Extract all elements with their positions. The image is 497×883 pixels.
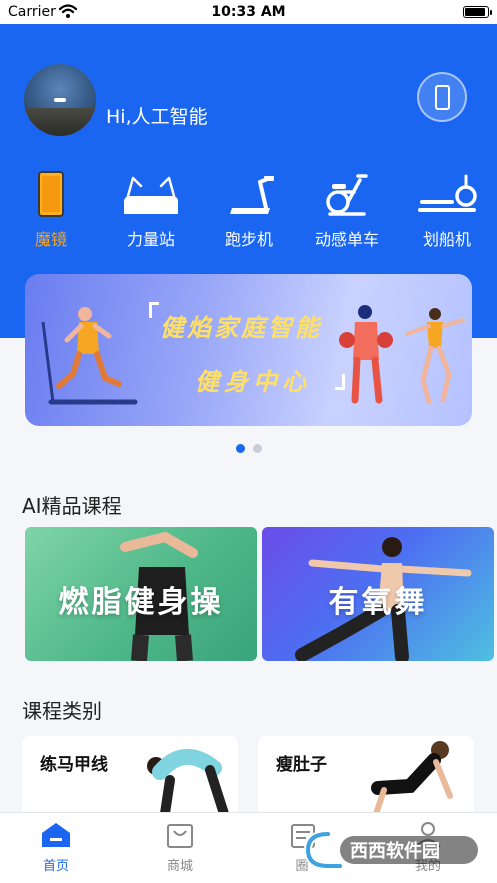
- battery-icon: [463, 6, 492, 18]
- category-card-abs-line[interactable]: 练马甲线: [22, 736, 238, 820]
- clock: 10:33 AM: [211, 4, 286, 20]
- categories-title: 课程类别: [22, 699, 102, 723]
- banner-subtitle: 健身中心: [195, 368, 311, 396]
- status-bar: Carrier 10:33 AM: [0, 0, 497, 24]
- treadmill-icon: [204, 170, 294, 218]
- carousel-indicator: [0, 438, 497, 457]
- watermark-text: 西西软件园: [350, 840, 440, 862]
- equipment-label: 魔镜: [34, 230, 67, 249]
- bracket-left: [149, 302, 159, 318]
- course-title: 燃脂健身操: [58, 585, 224, 620]
- promo-banner[interactable]: 健焰家庭智能 健身中心: [25, 274, 472, 426]
- course-card-aerobic-dance[interactable]: 有氧舞: [262, 527, 494, 661]
- home-icon: [16, 819, 96, 851]
- phone-icon: [435, 85, 450, 110]
- category-label: 瘦肚子: [276, 755, 327, 775]
- tab-label: 商城: [166, 859, 193, 874]
- shop-icon: [140, 819, 220, 851]
- equipment-item-power-station[interactable]: 力量站: [106, 170, 196, 250]
- site-watermark: 西西软件园: [300, 826, 482, 872]
- carousel-dot[interactable]: [252, 444, 262, 453]
- ai-courses-title: AI精品课程: [22, 494, 122, 518]
- equipment-row: 魔镜 力量站 跑步机 动感单车 划船机: [0, 170, 497, 254]
- spin-bike-icon: [302, 170, 392, 218]
- tab-label: 首页: [42, 859, 69, 874]
- rowing-machine-icon: [402, 170, 492, 218]
- device-button[interactable]: [417, 72, 467, 122]
- equipment-label: 跑步机: [224, 230, 273, 249]
- equipment-label: 动感单车: [314, 230, 379, 249]
- banner-title: 健焰家庭智能: [160, 314, 322, 342]
- carousel-dot[interactable]: [235, 444, 245, 453]
- category-photo: [371, 741, 453, 820]
- equipment-item-mirror[interactable]: 魔镜: [6, 170, 96, 250]
- tab-shop[interactable]: 商城: [140, 819, 220, 874]
- category-card-slim-belly[interactable]: 瘦肚子: [258, 736, 474, 820]
- mirror-icon: [6, 170, 96, 218]
- category-photo: [147, 748, 231, 820]
- equipment-item-rowing-machine[interactable]: 划船机: [402, 170, 492, 250]
- equipment-item-treadmill[interactable]: 跑步机: [204, 170, 294, 250]
- course-card-fat-burning[interactable]: 燃脂健身操: [25, 527, 257, 661]
- course-title: 有氧舞: [328, 585, 428, 620]
- category-label: 练马甲线: [40, 755, 108, 775]
- equipment-item-spin-bike[interactable]: 动感单车: [302, 170, 392, 250]
- runner-illustration: [41, 307, 138, 405]
- tab-home[interactable]: 首页: [16, 819, 96, 874]
- avatar[interactable]: [24, 64, 96, 136]
- greeting-text: Hi,人工智能: [106, 106, 208, 128]
- equipment-label: 划船机: [422, 230, 471, 249]
- athletes-illustration: [339, 305, 465, 405]
- power-station-icon: [106, 170, 196, 218]
- equipment-label: 力量站: [126, 230, 175, 249]
